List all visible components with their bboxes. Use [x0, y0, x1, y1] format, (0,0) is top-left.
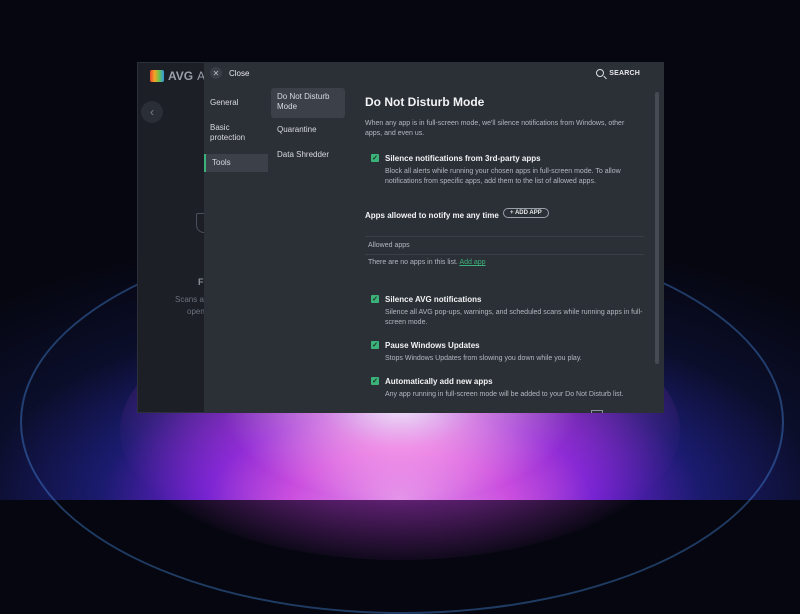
no-apps-message: There are no apps in this list. Add app: [368, 259, 486, 266]
nav-item-tools[interactable]: Tools: [204, 154, 268, 172]
search-icon[interactable]: [596, 69, 605, 77]
feature-desc: Scans ar openi: [175, 294, 207, 318]
silence-avg-checkbox[interactable]: ✓: [371, 295, 379, 303]
no-apps-text: There are no apps in this list.: [368, 259, 458, 266]
option-desc: Any app running in full-screen mode will…: [385, 391, 624, 398]
option-title[interactable]: Automatically add new apps: [385, 377, 493, 386]
feature-desc-line: openi: [187, 307, 207, 316]
nav-item-general[interactable]: General: [204, 94, 268, 112]
add-app-link[interactable]: Add app: [459, 259, 485, 266]
search-button[interactable]: SEARCH: [596, 69, 640, 77]
allowed-apps-header: Allowed apps: [365, 236, 644, 255]
auto-add-apps-checkbox[interactable]: ✓: [371, 377, 379, 385]
search-label[interactable]: SEARCH: [609, 70, 640, 77]
settings-nav: General Basic protection Tools: [204, 86, 268, 172]
dialog-header: ✕ Close SEARCH: [204, 62, 664, 86]
close-button[interactable]: ✕ Close: [210, 67, 249, 79]
scrollbar[interactable]: [655, 92, 659, 364]
option-desc: Block all alerts while running your chos…: [385, 168, 621, 185]
option-desc: Silence all AVG pop-ups, warnings, and s…: [385, 309, 643, 326]
option-title[interactable]: Silence notifications from 3rd-party app…: [385, 154, 541, 163]
back-chevron-icon[interactable]: ‹: [141, 101, 163, 123]
partial-checkbox: [591, 410, 603, 413]
option-desc: Stops Windows Updates from slowing you d…: [385, 355, 582, 362]
allowed-apps-section-label: Apps allowed to notify me any time: [365, 211, 499, 220]
feature-desc-line: Scans ar: [175, 295, 207, 304]
settings-dialog: ✕ Close SEARCH General Basic protection …: [204, 62, 664, 413]
silence-third-party-checkbox[interactable]: ✓: [371, 154, 379, 162]
subnav-item-data-shredder[interactable]: Data Shredder: [271, 146, 345, 164]
brand-name: AVG: [168, 69, 194, 83]
add-app-button[interactable]: + ADD APP: [503, 208, 549, 218]
pause-updates-checkbox[interactable]: ✓: [371, 341, 379, 349]
close-label[interactable]: Close: [229, 69, 249, 78]
nav-item-basic-protection[interactable]: Basic protection: [204, 119, 264, 147]
content-pane: Do Not Disturb Mode When any app is in f…: [365, 95, 646, 398]
subnav-item-do-not-disturb[interactable]: Do Not Disturb Mode: [271, 88, 345, 118]
page-intro: When any app is in full-screen mode, we'…: [365, 120, 625, 137]
subnav-item-quarantine[interactable]: Quarantine: [271, 121, 345, 139]
option-title[interactable]: Silence AVG notifications: [385, 295, 481, 304]
avg-logo-icon: [150, 70, 164, 82]
page-title: Do Not Disturb Mode: [365, 95, 485, 109]
close-icon[interactable]: ✕: [210, 67, 222, 79]
tools-subnav: Do Not Disturb Mode Quarantine Data Shre…: [271, 86, 345, 164]
option-title[interactable]: Pause Windows Updates: [385, 341, 480, 350]
